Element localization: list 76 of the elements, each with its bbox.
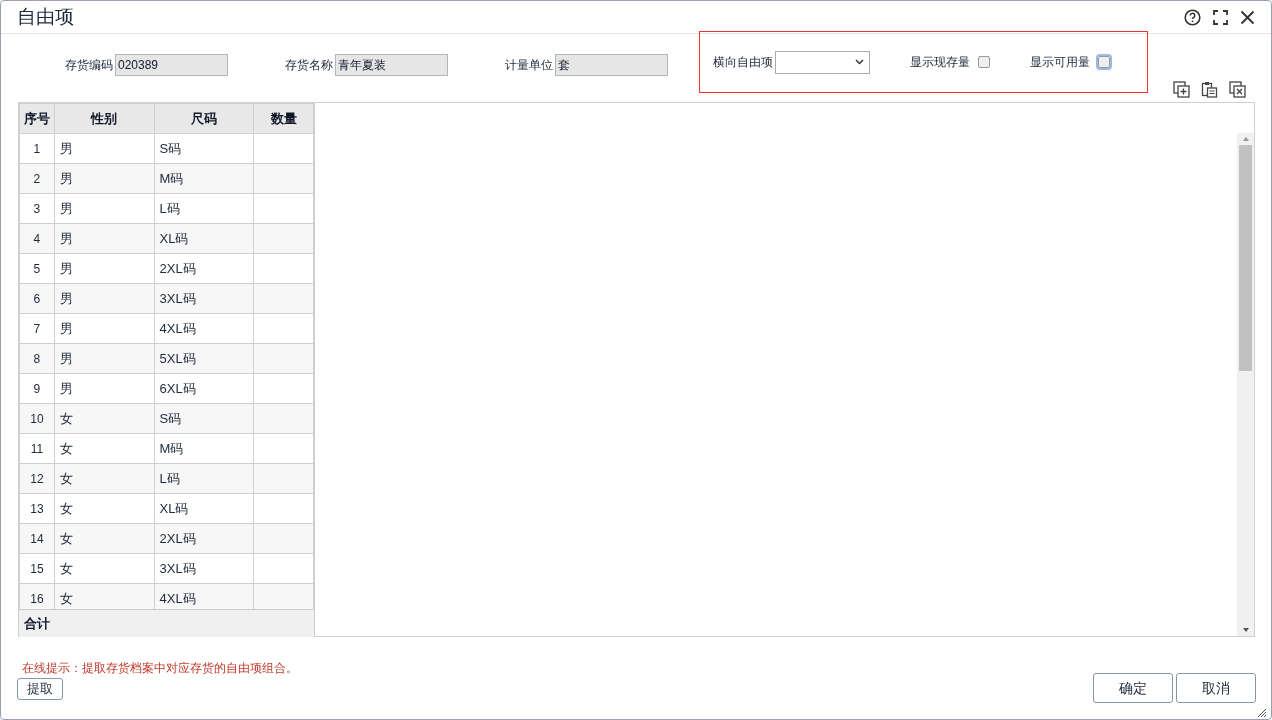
table-cell: 女 <box>54 523 154 554</box>
table-cell: 男 <box>54 253 154 284</box>
table-cell: 女 <box>54 403 154 434</box>
table-cell: 男 <box>54 133 154 164</box>
fetch-button[interactable]: 提取 <box>17 678 63 700</box>
table-cell: XL码 <box>154 223 254 254</box>
input-field[interactable]: 套 <box>555 54 668 76</box>
table-cell: 11 <box>19 433 55 464</box>
scrollbar-thumb[interactable] <box>1239 145 1252 371</box>
add-copy-icon[interactable] <box>1173 81 1190 98</box>
table-cell: 13 <box>19 493 55 524</box>
table-cell: 3XL码 <box>154 553 254 584</box>
input-field[interactable]: 020389 <box>115 54 228 76</box>
table-cell: 5XL码 <box>154 343 254 374</box>
table-cell: 1 <box>19 133 55 164</box>
table-cell: S码 <box>154 403 254 434</box>
checkbox[interactable] <box>978 56 990 68</box>
table-cell: 4 <box>19 223 55 254</box>
table-cell: 6XL码 <box>154 373 254 404</box>
table-cell: 6 <box>19 283 55 314</box>
table-cell: 8 <box>19 343 55 374</box>
table-cell: 2XL码 <box>154 523 254 554</box>
table-cell: 9 <box>19 373 55 404</box>
checkbox-label: 显示可用量 <box>1030 54 1090 71</box>
table-cell: 3XL码 <box>154 283 254 314</box>
table-cell: 12 <box>19 463 55 494</box>
table-cell: L码 <box>154 463 254 494</box>
help-icon[interactable] <box>1184 8 1201 26</box>
hint-text: 在线提示：提取存货档案中对应存货的自由项组合。 <box>22 660 298 677</box>
table-cell: S码 <box>154 133 254 164</box>
table-cell: 5 <box>19 253 55 284</box>
table-cell: 男 <box>54 313 154 344</box>
table-cell: XL码 <box>154 493 254 524</box>
table-cell: 2 <box>19 163 55 194</box>
column-header[interactable]: 数量 <box>253 103 314 134</box>
field-label: 存货编码 <box>65 57 113 74</box>
dropdown-label: 横向自由项 <box>713 54 773 71</box>
table-cell: 女 <box>54 493 154 524</box>
table-cell: 男 <box>54 343 154 374</box>
chevron-down-icon <box>855 59 864 65</box>
checkbox[interactable] <box>1098 56 1110 68</box>
table-cell: 15 <box>19 553 55 584</box>
scrollbar[interactable] <box>1237 133 1254 636</box>
table-cell: 3 <box>19 193 55 224</box>
table-cell: 女 <box>54 463 154 494</box>
table-cell: 女 <box>54 433 154 464</box>
checkbox-label: 显示现存量 <box>910 54 970 71</box>
maximize-icon[interactable] <box>1213 9 1228 25</box>
window-title: 自由项 <box>17 4 74 29</box>
table-cell: 男 <box>54 193 154 224</box>
table-cell: 2XL码 <box>154 253 254 284</box>
column-header[interactable]: 序号 <box>19 103 55 134</box>
table-cell: M码 <box>154 163 254 194</box>
close-icon[interactable] <box>1240 9 1255 25</box>
table-cell: 女 <box>54 553 154 584</box>
total-label: 合计 <box>24 614 50 633</box>
delete-copy-icon[interactable] <box>1229 81 1246 98</box>
table-cell: 10 <box>19 403 55 434</box>
table-cell: 7 <box>19 313 55 344</box>
dialog-button[interactable]: 取消 <box>1176 673 1256 703</box>
field-label: 存货名称 <box>285 57 333 74</box>
field-label: 计量单位 <box>505 57 553 74</box>
table-cell: L码 <box>154 193 254 224</box>
table-cell: M码 <box>154 433 254 464</box>
paste-icon[interactable] <box>1201 81 1218 98</box>
resize-grip-icon[interactable] <box>1257 708 1267 718</box>
dialog-button[interactable]: 确定 <box>1093 673 1173 703</box>
table-cell: 男 <box>54 163 154 194</box>
table-cell: 4XL码 <box>154 313 254 344</box>
input-field[interactable]: 青年夏装 <box>335 54 448 76</box>
table-cell: 14 <box>19 523 55 554</box>
column-header[interactable]: 性别 <box>54 103 154 134</box>
table-cell: 男 <box>54 283 154 314</box>
column-header[interactable]: 尺码 <box>154 103 254 134</box>
table-cell: 男 <box>54 223 154 254</box>
table-cell: 男 <box>54 373 154 404</box>
